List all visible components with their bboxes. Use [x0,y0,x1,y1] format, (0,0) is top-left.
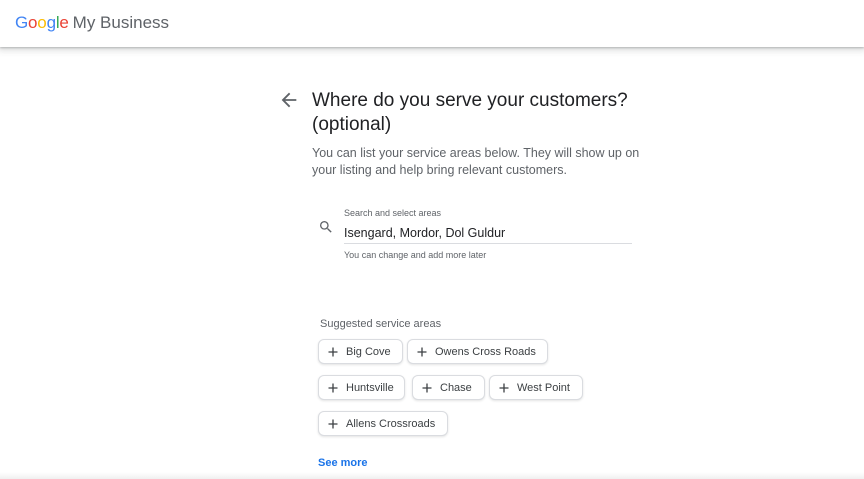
bottom-edge-shadow [0,472,864,479]
google-logo-letter: e [59,13,69,32]
plus-icon [328,383,338,392]
chip-big-cove[interactable]: Big Cove [318,339,403,364]
chip-label: Big Cove [346,345,391,358]
google-logo-letter: o [37,13,47,32]
arrow-left-icon [281,92,297,108]
chip-owens-cross-roads[interactable]: Owens Cross Roads [407,339,548,364]
google-logo-letter: g [46,13,56,32]
chip-label: Huntsville [346,381,394,394]
page-subtitle: You can list your service areas below. T… [312,146,640,177]
search-field-label: Search and select areas [344,208,442,218]
search-helper-text: You can change and add more later [344,250,487,260]
chip-chase[interactable]: Chase [412,375,485,400]
plus-icon [499,383,509,392]
plus-icon [417,347,427,356]
google-logo-letter: o [28,13,38,32]
search-input[interactable] [344,224,632,242]
suggested-areas-label: Suggested service areas [320,318,442,330]
chip-label: West Point [517,381,570,394]
see-more-link[interactable]: See more [318,457,368,470]
chip-label: Allens Crossroads [346,417,436,430]
chip-west-point[interactable]: West Point [489,375,583,400]
google-my-business-logo[interactable]: Google My Business [15,12,169,34]
app-header: Google My Business [0,0,864,47]
chip-allens-crossroads[interactable]: Allens Crossroads [318,411,448,436]
search-areas-field[interactable]: Search and select areas [344,206,632,244]
plus-icon [328,347,338,356]
product-name: My Business [72,13,170,32]
plus-icon [422,383,432,392]
back-button[interactable] [278,89,300,111]
google-logo-letter: G [15,13,29,32]
search-icon [318,219,334,235]
page-title: Where do you serve your customers? (opti… [312,90,628,135]
plus-icon [328,419,338,428]
chip-label: Chase [440,381,472,394]
chip-huntsville[interactable]: Huntsville [318,375,405,400]
chip-label: Owens Cross Roads [435,345,536,358]
